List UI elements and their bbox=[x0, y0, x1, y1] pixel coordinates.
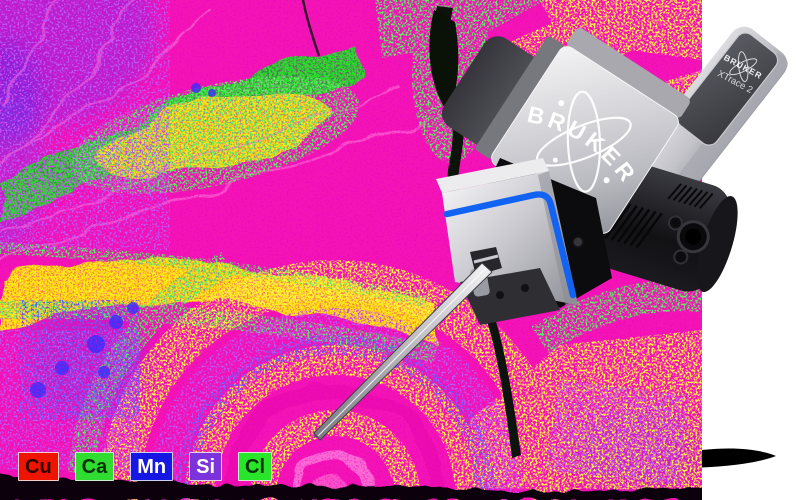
legend-label: Ca bbox=[82, 457, 108, 477]
legend-item-mn: Mn bbox=[130, 452, 173, 481]
legend-item-si: Si bbox=[189, 452, 222, 481]
legend-label: Cu bbox=[25, 457, 52, 477]
legend-label: Cl bbox=[245, 457, 265, 477]
scene: BRUKER XTrace 2 bbox=[0, 0, 800, 500]
legend-item-cl: Cl bbox=[238, 452, 272, 481]
legend-label: Si bbox=[196, 457, 215, 477]
legend-item-cu: Cu bbox=[18, 452, 59, 481]
figure-canvas: BRUKER XTrace 2 bbox=[0, 0, 800, 500]
needle-tip bbox=[314, 435, 317, 438]
legend-item-ca: Ca bbox=[75, 452, 115, 481]
legend-label: Mn bbox=[137, 457, 166, 477]
screw2-icon bbox=[573, 237, 583, 247]
right-pointer-arrow bbox=[702, 449, 776, 468]
element-legend: Cu Ca Mn Si Cl bbox=[18, 452, 272, 481]
